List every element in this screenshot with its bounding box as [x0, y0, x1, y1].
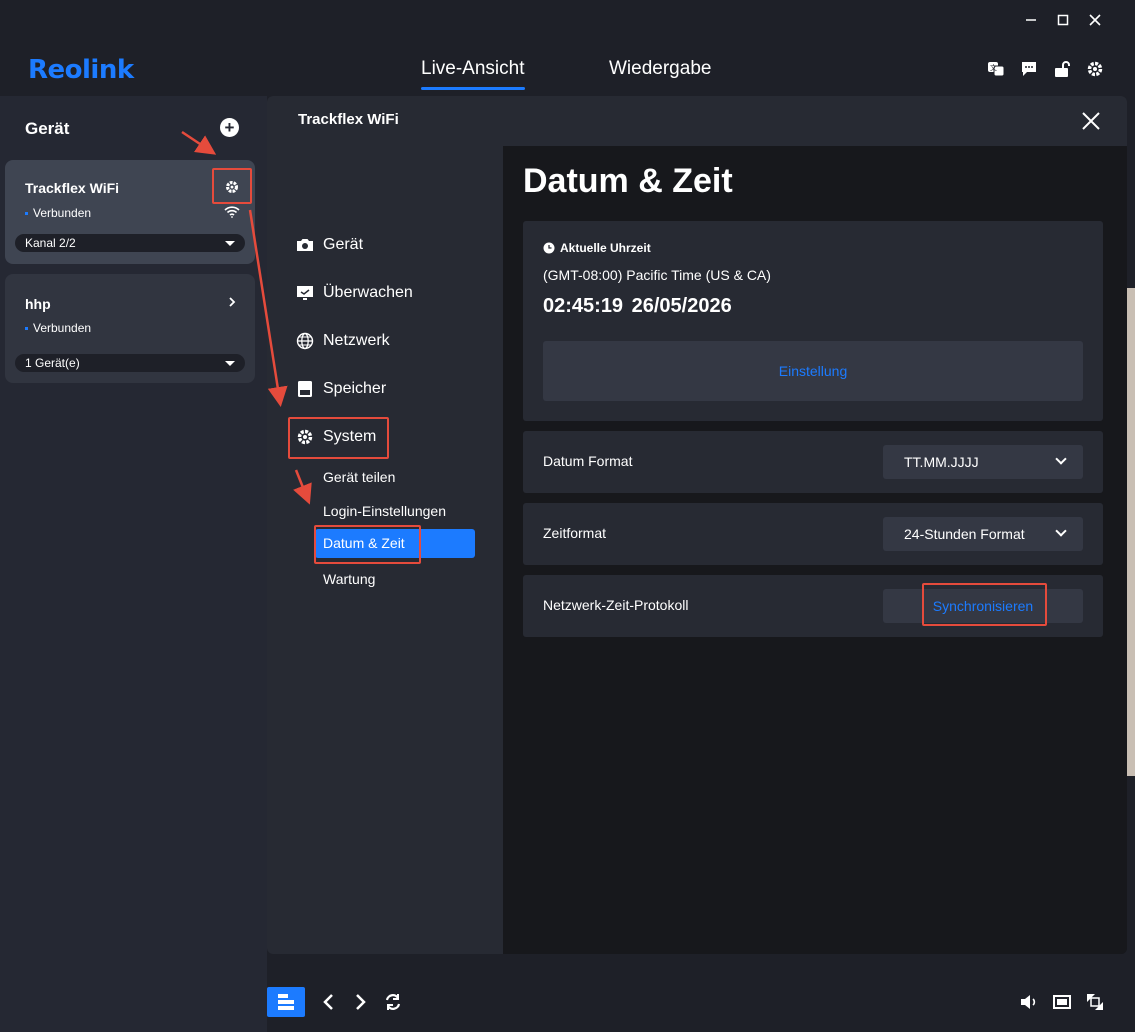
date-format-select[interactable]: TT.MM.JJJJ: [883, 445, 1083, 479]
video-preview-edge: [1127, 288, 1135, 776]
device-status: Verbunden: [25, 321, 91, 335]
tab-live-ansicht[interactable]: Live-Ansicht: [421, 58, 525, 90]
bottom-toolbar: [267, 972, 1135, 1032]
device-status: Verbunden: [25, 206, 91, 220]
time-format-label: Zeitformat: [543, 525, 607, 541]
chevron-down-icon: [1055, 453, 1067, 465]
device-count-select[interactable]: 1 Gerät(e): [15, 354, 245, 372]
current-time-panel: Aktuelle Uhrzeit (GMT-08:00) Pacific Tim…: [523, 221, 1103, 421]
dialog-header: Trackflex WiFi: [267, 96, 1127, 146]
time-format-select[interactable]: 24-Stunden Format: [883, 517, 1083, 551]
nav-item-ueberwachen[interactable]: Überwachen: [296, 281, 413, 305]
annotation-box-datum-zeit: [314, 525, 421, 564]
device-sidebar: Gerät + Trackflex WiFi Verbunden Kanal 2…: [0, 96, 267, 1032]
nav-item-speicher[interactable]: Speicher: [296, 377, 386, 401]
nav-item-geraet[interactable]: Gerät: [296, 233, 363, 257]
tab-wiedergabe[interactable]: Wiedergabe: [609, 58, 711, 80]
reolink-logo: Reolink: [28, 55, 134, 85]
dialog-close-icon[interactable]: [1081, 111, 1101, 131]
globe-icon: [296, 332, 314, 350]
time-format-row: Zeitformat 24-Stunden Format: [523, 503, 1103, 565]
add-device-button[interactable]: +: [220, 118, 239, 137]
date-format-row: Datum Format TT.MM.JJJJ: [523, 431, 1103, 493]
device-name: Trackflex WiFi: [25, 180, 120, 196]
sidebar-title: Gerät: [25, 119, 70, 138]
next-icon[interactable]: [350, 992, 370, 1012]
screen-icon[interactable]: [1052, 992, 1072, 1012]
svg-text:文: 文: [990, 63, 997, 72]
maximize-icon[interactable]: [1052, 12, 1074, 34]
app-header: Reolink Live-Ansicht Wiedergabe 文: [0, 0, 1135, 96]
layout-icon: [278, 994, 294, 1010]
layout-button[interactable]: [267, 987, 305, 1017]
current-datetime: 02:45:19 26/05/2026: [543, 295, 732, 317]
timezone-text: (GMT-08:00) Pacific Time (US & CA): [543, 267, 771, 283]
refresh-icon[interactable]: [383, 992, 403, 1012]
settings-content: Datum & Zeit Aktuelle Uhrzeit (GMT-08:00…: [503, 146, 1127, 954]
annotation-box-synchronisieren: [922, 583, 1047, 626]
nav-sub-geraet-teilen[interactable]: Gerät teilen: [323, 469, 395, 485]
chevron-down-icon: [225, 241, 235, 246]
monitor-icon: [297, 286, 313, 300]
date-format-label: Datum Format: [543, 453, 633, 469]
annotation-box-system: [288, 417, 389, 459]
prev-icon[interactable]: [319, 992, 339, 1012]
chevron-right-icon[interactable]: [227, 296, 237, 308]
chevron-down-icon: [225, 361, 235, 366]
page-title: Datum & Zeit: [523, 162, 733, 200]
settings-icon[interactable]: [1086, 60, 1104, 78]
minimize-icon[interactable]: [1020, 12, 1042, 34]
clock-icon: [543, 242, 555, 254]
chat-icon[interactable]: [1020, 60, 1038, 78]
device-name: hhp: [25, 296, 51, 312]
storage-icon: [298, 381, 312, 397]
current-time-label: Aktuelle Uhrzeit: [543, 241, 651, 255]
time-setting-button[interactable]: Einstellung: [543, 341, 1083, 401]
channel-select[interactable]: Kanal 2/2: [15, 234, 245, 252]
ntp-label: Netzwerk-Zeit-Protokoll: [543, 597, 689, 613]
nav-sub-wartung[interactable]: Wartung: [323, 571, 375, 587]
annotation-box-device-settings: [212, 168, 252, 204]
chevron-down-icon: [1055, 525, 1067, 537]
translate-icon[interactable]: 文: [987, 60, 1005, 78]
wifi-icon: [224, 206, 240, 218]
nav-sub-login-einstellungen[interactable]: Login-Einstellungen: [323, 503, 446, 519]
unlock-icon[interactable]: [1053, 60, 1071, 78]
device-card-hhp[interactable]: hhp Verbunden 1 Gerät(e): [5, 274, 255, 383]
close-icon[interactable]: [1084, 12, 1106, 34]
fullscreen-icon[interactable]: [1085, 992, 1105, 1012]
nav-item-netzwerk[interactable]: Netzwerk: [296, 329, 390, 353]
volume-icon[interactable]: [1019, 992, 1039, 1012]
dialog-title: Trackflex WiFi: [298, 111, 399, 128]
camera-icon: [297, 239, 313, 251]
